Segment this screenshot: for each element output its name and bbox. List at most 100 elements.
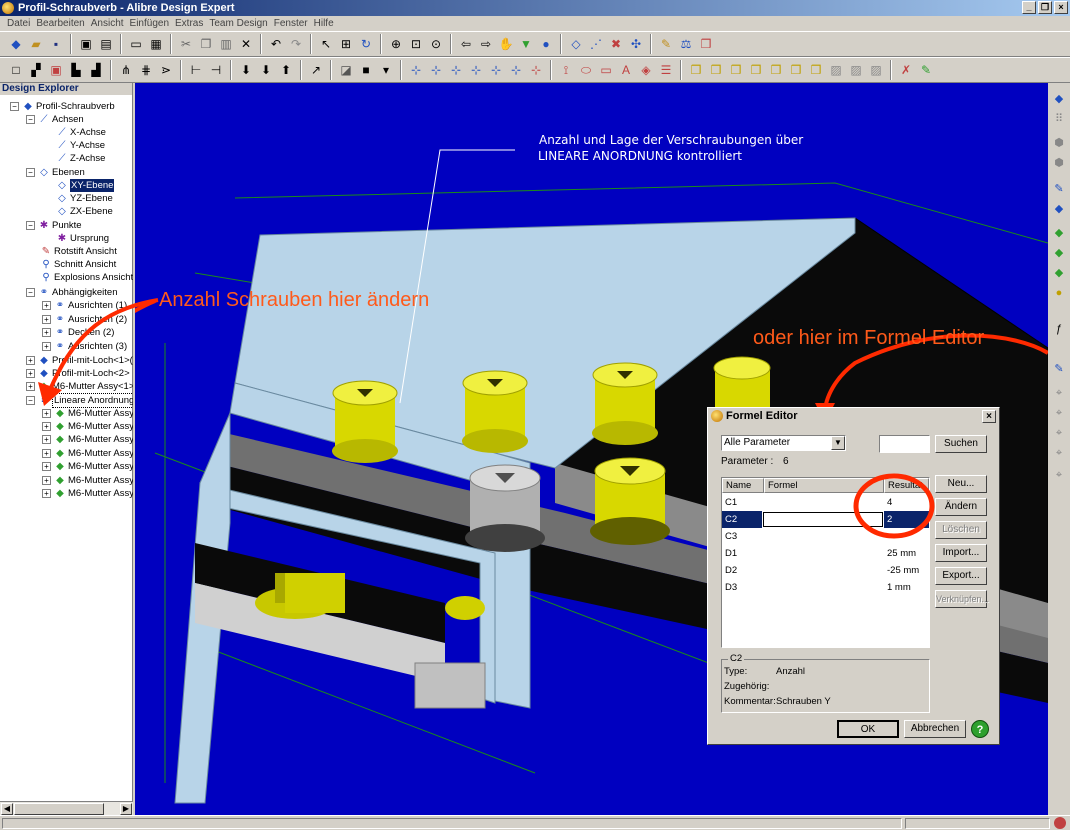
cube-view-icon-2[interactable]: ❒	[708, 62, 724, 78]
cut-icon[interactable]: ✂	[178, 36, 194, 52]
tree-item-m6-5[interactable]: + ◆ M6-Mutter Assy	[42, 460, 133, 473]
pattern-icon-2[interactable]: ⋕	[138, 62, 154, 78]
parameter-filter-select[interactable]: Alle Parameter ▼	[721, 435, 846, 451]
menu-einfuegen[interactable]: Einfügen	[127, 16, 172, 31]
tool-icon-1[interactable]: ✗	[898, 62, 914, 78]
cube-view-icon-6[interactable]: ❒	[788, 62, 804, 78]
move-icon-2[interactable]: ⬇	[258, 62, 274, 78]
rotate-view-icon[interactable]: ↻	[358, 36, 374, 52]
tree-item-rotstift[interactable]: ✎ Rotstift Ansicht	[40, 245, 117, 258]
save-icon[interactable]: ▪	[48, 36, 64, 52]
new-button[interactable]: Neu...	[935, 475, 987, 493]
tool-icon-2[interactable]: ✎	[918, 62, 934, 78]
tool-icon-e[interactable]: ◆	[1051, 265, 1067, 281]
tree-item-punkte[interactable]: − ✱ Punkte	[26, 219, 82, 232]
menu-hilfe[interactable]: Hilfe	[311, 16, 337, 31]
tool-icon-i[interactable]: ⌖	[1051, 405, 1067, 421]
tree-item-m6-3[interactable]: + ◆ M6-Mutter Assy	[42, 433, 133, 446]
constraint-icon-4[interactable]: ✣	[628, 36, 644, 52]
tree-item-m6-7[interactable]: + ◆ M6-Mutter Assy	[42, 487, 133, 500]
cube-view-icon-3[interactable]: ❒	[728, 62, 744, 78]
view-icon-5[interactable]: ⊹	[488, 62, 504, 78]
minimize-button[interactable]: _	[1022, 1, 1036, 14]
copy-icon[interactable]: ❐	[198, 36, 214, 52]
constraint-icon-1[interactable]: ◇	[568, 36, 584, 52]
cube-view-icon-8[interactable]: ▨	[828, 62, 844, 78]
arrow-right-icon[interactable]: ⇨	[478, 36, 494, 52]
formula-icon[interactable]: ƒ	[1051, 321, 1067, 337]
new-assembly-icon[interactable]: ▞	[28, 62, 44, 78]
view-icon-7[interactable]: ⊹	[528, 62, 544, 78]
link-button[interactable]: Verknüpfen...	[935, 590, 989, 608]
tree-item-x-achse[interactable]: ⟋ X-Achse	[56, 126, 106, 139]
redo-icon[interactable]: ↷	[288, 36, 304, 52]
ok-button[interactable]: OK	[837, 720, 899, 738]
tool-icon-b[interactable]: ◆	[1051, 201, 1067, 217]
pattern-icon-1[interactable]: ⋔	[118, 62, 134, 78]
view-icon-3[interactable]: ⊹	[448, 62, 464, 78]
dialog-close-button[interactable]: ×	[982, 410, 996, 423]
tree-item-explosion[interactable]: ⚲ Explosions Ansicht	[40, 271, 133, 284]
select-pointer-icon[interactable]: ↖	[318, 36, 334, 52]
tool-icon-g[interactable]: ✎	[1051, 361, 1067, 377]
pattern-icon-3[interactable]: ⋗	[158, 62, 174, 78]
arrow-left-icon[interactable]: ⇦	[458, 36, 474, 52]
tree-item-root[interactable]: − ◆ Profil-Schraubverb	[10, 100, 115, 113]
search-input[interactable]	[879, 435, 930, 453]
print-icon[interactable]: ▭	[128, 36, 144, 52]
shaded-view-icon[interactable]: ◪	[338, 62, 354, 78]
search-button[interactable]: Suchen	[935, 435, 987, 453]
view-cube-icon[interactable]: ◆	[1051, 91, 1067, 107]
tool-icon-k[interactable]: ⌖	[1051, 445, 1067, 461]
zoom-icon[interactable]: ⊕	[388, 36, 404, 52]
save-all-icon[interactable]: ▣	[78, 36, 94, 52]
feature-icon-2[interactable]: ▼	[518, 36, 534, 52]
cancel-button[interactable]: Abbrechen	[904, 720, 966, 738]
lines-icon[interactable]: ☰	[658, 62, 674, 78]
shape-icon-2[interactable]: ⬢	[1051, 155, 1067, 171]
feature-icon-1[interactable]: ✋	[498, 36, 514, 52]
scroll-right-icon[interactable]: ▶	[120, 803, 132, 815]
tree-item-zx-ebene[interactable]: ◇ ZX-Ebene	[56, 205, 113, 218]
rectangle-icon[interactable]: ▭	[598, 62, 614, 78]
constraint-icon-3[interactable]: ✖	[608, 36, 624, 52]
text-icon[interactable]: A	[618, 62, 634, 78]
zoom-window-icon[interactable]: ⊡	[408, 36, 424, 52]
explorer-horizontal-scrollbar[interactable]: ◀ ▶	[0, 801, 133, 815]
delete-icon[interactable]: ✕	[238, 36, 254, 52]
chevron-down-icon[interactable]: ▼	[831, 436, 845, 450]
open-folder-icon[interactable]: ▰	[28, 36, 44, 52]
tree-item-ebenen[interactable]: − ◇ Ebenen	[26, 166, 85, 179]
grid-icon[interactable]: ⠿	[1051, 111, 1067, 127]
cube-view-icon-4[interactable]: ❒	[748, 62, 764, 78]
tool-icon-l[interactable]: ⌖	[1051, 467, 1067, 483]
menu-ansicht[interactable]: Ansicht	[88, 16, 127, 31]
tree-item-schnitt[interactable]: ⚲ Schnitt Ansicht	[40, 258, 116, 271]
view-icon-6[interactable]: ⊹	[508, 62, 524, 78]
fill-icon[interactable]: ◈	[638, 62, 654, 78]
tree-item-yz-ebene[interactable]: ◇ YZ-Ebene	[56, 192, 113, 205]
shape-icon-1[interactable]: ⬢	[1051, 135, 1067, 151]
menu-datei[interactable]: Datei	[4, 16, 33, 31]
properties-icon[interactable]: ❒	[698, 36, 714, 52]
import-button[interactable]: Import...	[935, 544, 987, 562]
scroll-thumb[interactable]	[14, 803, 104, 815]
tool-icon-h[interactable]: ⌖	[1051, 385, 1067, 401]
display-dropdown-icon[interactable]: ▾	[378, 62, 394, 78]
cube-view-icon-5[interactable]: ❒	[768, 62, 784, 78]
tree-item-ursprung[interactable]: ✱ Ursprung	[56, 232, 109, 245]
paste-icon[interactable]: ▥	[218, 36, 234, 52]
replace-part-icon[interactable]: ▟	[88, 62, 104, 78]
tree-item-m6-6[interactable]: + ◆ M6-Mutter Assy	[42, 474, 133, 487]
column-header-name[interactable]: Name	[722, 478, 764, 493]
restore-button[interactable]: ❐	[1038, 1, 1052, 14]
menu-bearbeiten[interactable]: Bearbeiten	[33, 16, 87, 31]
view-icon-2[interactable]: ⊹	[428, 62, 444, 78]
change-button[interactable]: Ändern	[935, 498, 987, 516]
cube-view-icon-9[interactable]: ▨	[848, 62, 864, 78]
scroll-left-icon[interactable]: ◀	[1, 803, 13, 815]
tool-icon-j[interactable]: ⌖	[1051, 425, 1067, 441]
print-preview-icon[interactable]: ▦	[148, 36, 164, 52]
insert-part-icon[interactable]: ▣	[48, 62, 64, 78]
measure-icon[interactable]: ⚖	[678, 36, 694, 52]
